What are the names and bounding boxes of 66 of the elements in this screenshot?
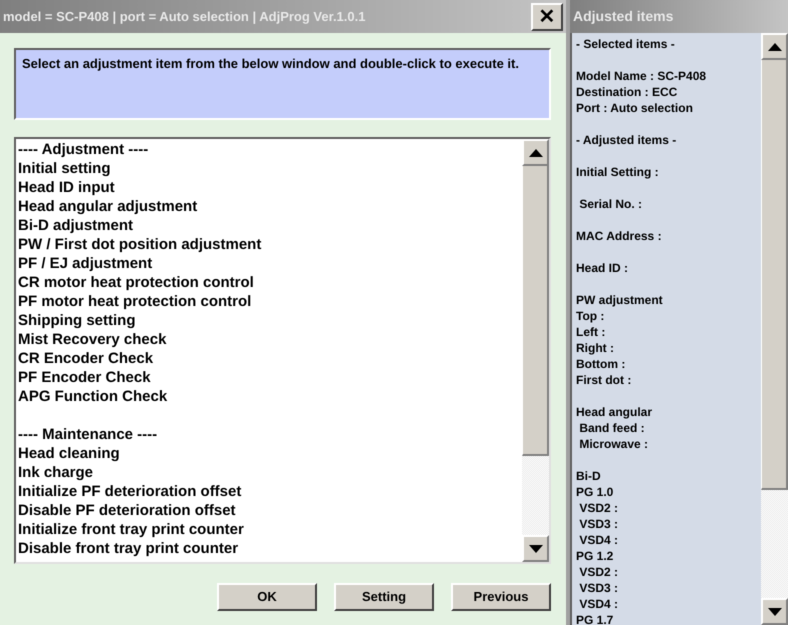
panel-line: Microwave : [578,436,648,452]
list-item[interactable]: PW / First dot position adjustment [18,235,262,254]
panel-line: Port : Auto selection [576,100,693,116]
dialog-button[interactable]: OK [217,583,317,611]
panel-line: VSD2 : [578,564,618,580]
panel-line: PW adjustment [576,292,663,308]
list-item[interactable]: Head ID input [18,178,115,197]
panel-line: Left : [576,324,606,340]
list-item[interactable]: Disable front tray print counter [18,539,238,558]
instruction-text: Select an adjustment item from the below window and double-click to execute it. [14,48,551,120]
up-arrow-icon [528,148,542,156]
panel-line: VSD2 : [578,500,618,516]
panel-line: - Selected items - [576,36,675,52]
list-item[interactable]: Initialize front tray print counter [18,520,244,539]
panel-line: Initial Setting : [576,164,659,180]
scroll-thumb[interactable] [522,166,549,456]
scroll-down-button[interactable] [761,598,788,625]
panel-line: Bi-D [576,468,601,484]
list-item[interactable]: Ink charge [18,463,94,482]
scroll-up-button[interactable] [761,33,788,60]
list-item[interactable]: Mist Recovery check [18,330,166,349]
panel-line: VSD3 : [578,580,618,596]
list-item[interactable]: PF motor heat protection control [18,292,252,311]
panel-line: PG 1.0 [576,484,614,500]
panel-line: Model Name : SC-P408 [576,68,706,84]
list-item[interactable]: Shipping setting [18,311,136,330]
list-item[interactable]: CR Encoder Check [18,349,154,368]
scroll-thumb[interactable] [761,60,788,490]
up-arrow-icon [768,42,782,50]
list-item[interactable]: Initialize PF deterioration offset [18,482,242,501]
list-item[interactable]: Head cleaning [18,444,120,463]
panel-line: PG 1.7 [576,612,614,625]
panel-line: Top : [576,308,604,324]
panel-line: First dot : [576,372,632,388]
scroll-up-button[interactable] [522,139,549,166]
list-item[interactable]: Disable PF deterioration offset [18,501,236,520]
list-item[interactable]: APG Function Check [18,387,168,406]
panel-line: VSD4 : [578,596,618,612]
list-header: ---- Adjustment ---- [18,140,148,159]
panel-line: Serial No. : [578,196,642,212]
panel-line: MAC Address : [576,228,662,244]
panel-line: Head angular [576,404,652,420]
panel-line: Right : [576,340,614,356]
close-button[interactable]: ✕ [531,2,563,30]
window-title: model = SC-P408 | port = Auto selection | AdjProg Ver.1.0.1 [3,8,366,26]
panel-line: Head ID : [576,260,628,276]
list-header: ---- Maintenance ---- [18,425,158,444]
dialog-button[interactable]: Setting [334,583,434,611]
list-item[interactable]: Initial setting [18,159,111,178]
panel-line: Bottom : [576,356,626,372]
list-item[interactable]: CR motor heat protection control [18,273,254,292]
list-item[interactable]: Head angular adjustment [18,197,198,216]
down-arrow-icon [528,544,542,552]
down-arrow-icon [768,608,782,616]
panel-line: Band feed : [578,420,645,436]
list-item[interactable]: Bi-D adjustment [18,216,134,235]
panel-line: VSD3 : [578,516,618,532]
panel-line: PG 1.2 [576,548,614,564]
scroll-down-button[interactable] [522,535,549,562]
panel-line: VSD4 : [578,532,618,548]
panel-line: Destination : ECC [576,84,678,100]
list-item[interactable]: PF Encoder Check [18,368,151,387]
panel-line: - Adjusted items - [576,132,676,148]
panel-title: Adjusted items [573,7,674,26]
list-item[interactable]: PF / EJ adjustment [18,254,152,273]
dialog-button[interactable]: Previous [451,583,551,611]
